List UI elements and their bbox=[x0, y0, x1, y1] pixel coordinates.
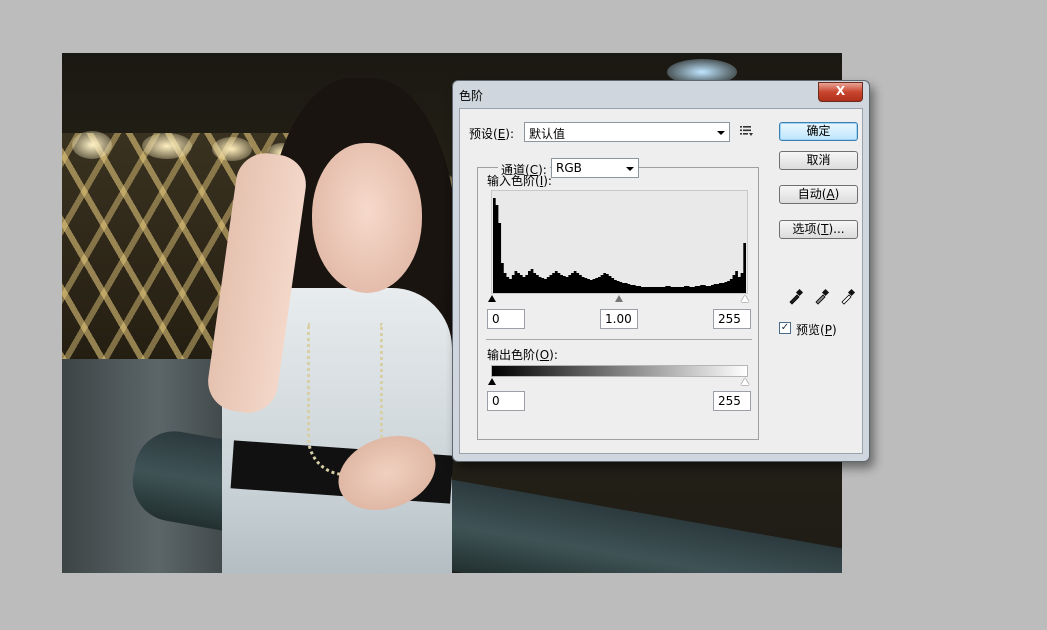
options-button[interactable]: 选项(T)... bbox=[779, 220, 858, 239]
preset-options-icon[interactable] bbox=[740, 125, 754, 137]
histogram-bars bbox=[493, 198, 746, 293]
output-levels-label-prefix: 输出色阶( bbox=[487, 348, 540, 362]
output-black-slider[interactable] bbox=[488, 378, 496, 385]
input-levels-label-prefix: 输入色阶( bbox=[487, 174, 540, 188]
preset-select[interactable]: 默认值 bbox=[524, 122, 730, 142]
ok-button[interactable]: 确定 bbox=[779, 122, 858, 141]
light-bokeh bbox=[72, 131, 112, 159]
input-white-field[interactable]: 255 bbox=[713, 309, 751, 329]
output-gradient-bar bbox=[491, 365, 748, 377]
close-button[interactable]: X bbox=[818, 82, 863, 102]
channel-value: RGB bbox=[556, 161, 582, 175]
options-button-suffix: )... bbox=[828, 222, 845, 236]
eyedropper-white-icon[interactable] bbox=[839, 287, 857, 305]
channel-select[interactable]: RGB bbox=[551, 158, 639, 178]
chevron-down-icon bbox=[626, 167, 634, 171]
preview-label-prefix: 预览( bbox=[796, 323, 825, 337]
separator bbox=[486, 339, 752, 340]
input-levels-label-suffix: ): bbox=[543, 174, 552, 188]
histogram bbox=[491, 190, 748, 294]
auto-button[interactable]: 自动(A) bbox=[779, 185, 858, 204]
dialog-client-area: 预设(E): 默认值 确定 取消 自动(A) 选项(T)... ✓ 预览(P) … bbox=[459, 108, 863, 454]
preview-label: 预览(P) bbox=[796, 321, 837, 338]
output-white-slider[interactable] bbox=[741, 378, 749, 385]
output-levels-label-key: O bbox=[539, 348, 550, 362]
preset-value: 默认值 bbox=[529, 127, 566, 141]
options-button-prefix: 选项( bbox=[792, 222, 822, 236]
input-black-field[interactable]: 0 bbox=[487, 309, 525, 329]
dialog-title: 色阶 bbox=[459, 89, 484, 103]
histogram-graph bbox=[493, 198, 746, 293]
output-black-field[interactable]: 0 bbox=[487, 391, 525, 411]
channel-groupbox: 通道(C): RGB 输入色阶(I): 0 1.00 255 输出色阶(O): … bbox=[477, 158, 759, 440]
output-levels-label: 输出色阶(O): bbox=[487, 346, 558, 363]
preview-label-suffix: ) bbox=[831, 323, 837, 337]
light-bokeh bbox=[142, 133, 192, 159]
preset-label-suffix: ): bbox=[505, 127, 515, 141]
levels-dialog: 色阶 X 预设(E): 默认值 确定 取消 自动(A) 选项(T)... ✓ 预… bbox=[452, 80, 870, 462]
dialog-titlebar[interactable]: 色阶 X bbox=[453, 81, 869, 107]
auto-button-key: A bbox=[826, 187, 835, 201]
auto-button-prefix: 自动( bbox=[797, 187, 827, 201]
auto-button-suffix: ) bbox=[834, 187, 840, 201]
preview-checkbox[interactable]: ✓ bbox=[779, 322, 791, 334]
preview-label-key: P bbox=[824, 323, 832, 337]
light-bokeh bbox=[212, 137, 252, 161]
output-levels-label-suffix: ): bbox=[549, 348, 558, 362]
input-levels-label: 输入色阶(I): bbox=[487, 172, 552, 189]
input-gamma-field[interactable]: 1.00 bbox=[600, 309, 638, 329]
eyedropper-black-icon[interactable] bbox=[787, 287, 805, 305]
eyedropper-gray-icon[interactable] bbox=[813, 287, 831, 305]
input-white-slider[interactable] bbox=[741, 295, 749, 302]
cancel-button[interactable]: 取消 bbox=[779, 151, 858, 170]
input-black-slider[interactable] bbox=[488, 295, 496, 302]
subject-face bbox=[312, 143, 422, 293]
preset-label: 预设(E): bbox=[469, 125, 514, 142]
input-gamma-slider[interactable] bbox=[615, 295, 623, 302]
preset-label-prefix: 预设( bbox=[469, 127, 498, 141]
chevron-down-icon bbox=[717, 131, 725, 135]
output-white-field[interactable]: 255 bbox=[713, 391, 751, 411]
